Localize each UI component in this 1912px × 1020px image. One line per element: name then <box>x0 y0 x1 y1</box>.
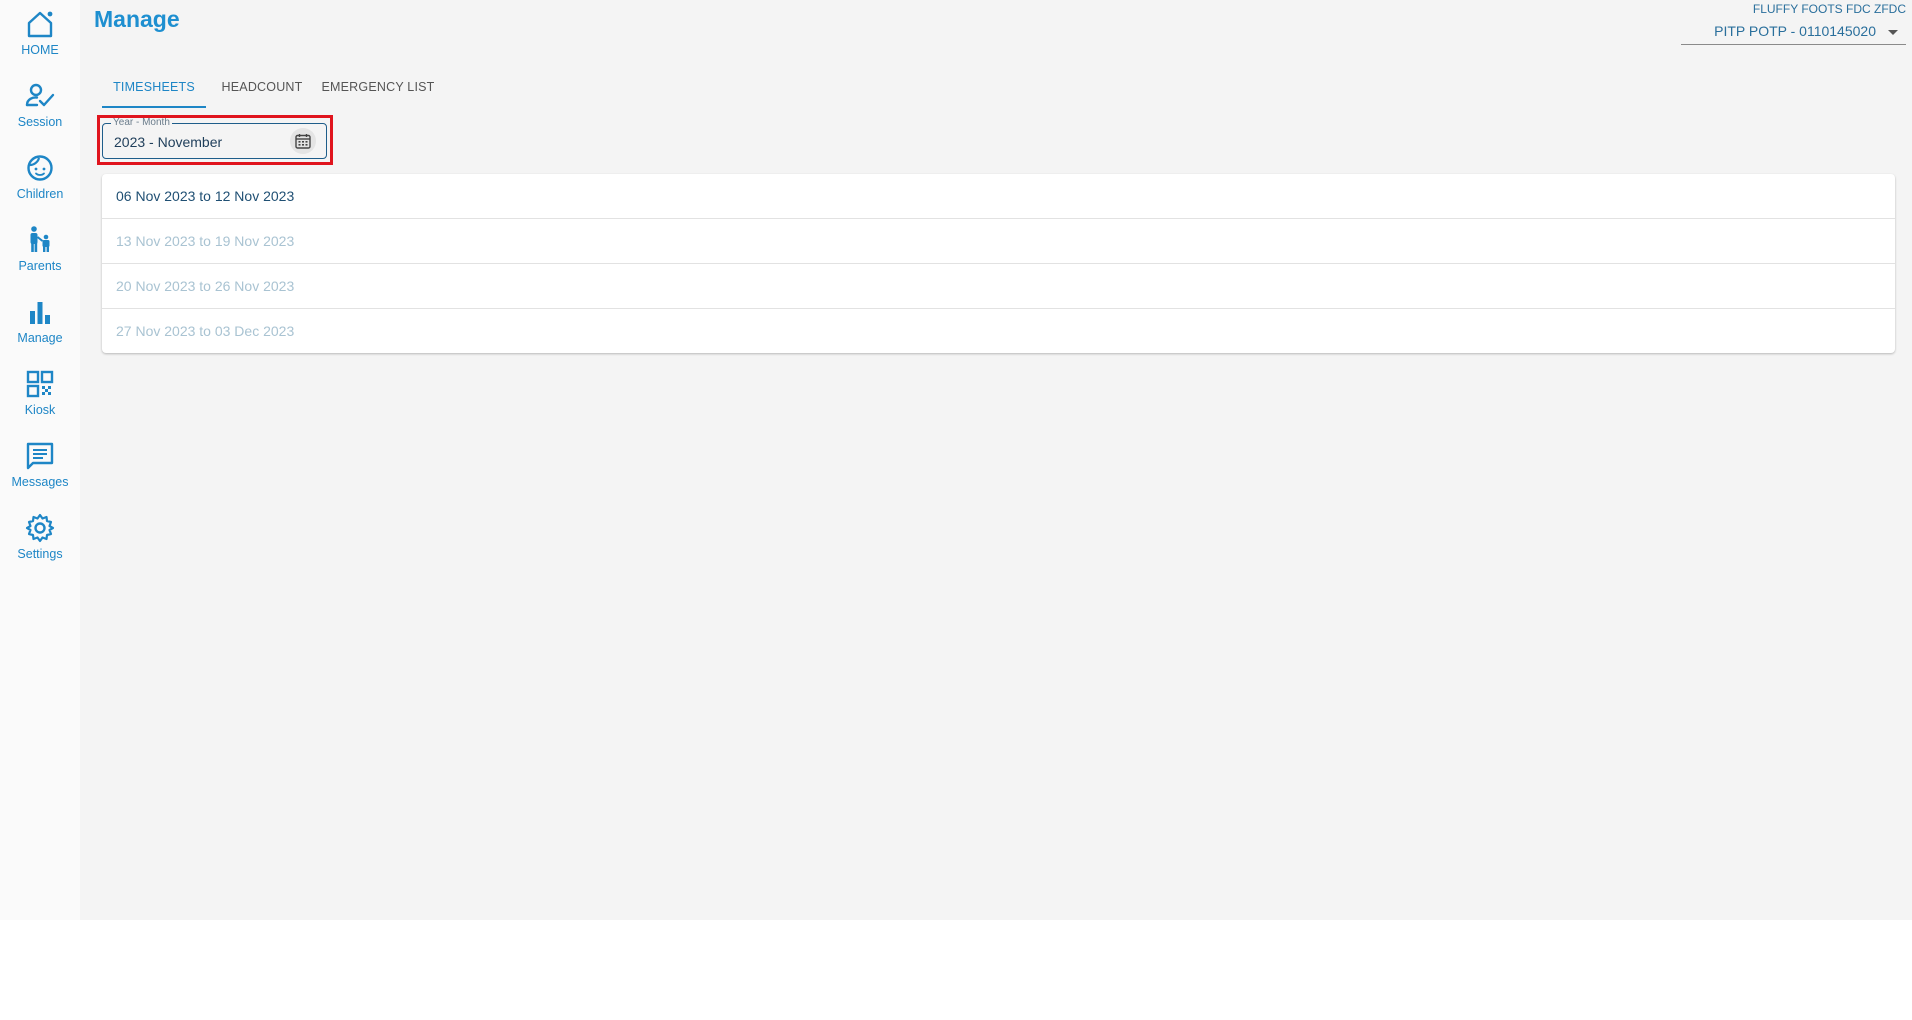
sidebar-item-home[interactable]: HOME <box>0 2 80 74</box>
sidebar-item-label: Kiosk <box>24 403 56 417</box>
caret-down-icon <box>1888 30 1898 35</box>
org-selector-block: FLUFFY FOOTS FDC ZFDC PITP POTP - 011014… <box>1666 2 1906 45</box>
week-row[interactable]: 06 Nov 2023 to 12 Nov 2023 <box>102 174 1895 219</box>
message-icon <box>26 442 54 470</box>
sidebar-item-label: Parents <box>18 259 62 273</box>
person-check-icon <box>25 83 55 107</box>
sidebar-item-children[interactable]: Children <box>0 146 80 218</box>
sidebar-item-label: Settings <box>17 547 63 561</box>
parent-child-icon <box>30 226 50 252</box>
week-row: 20 Nov 2023 to 26 Nov 2023 <box>102 264 1895 309</box>
qr-code-icon <box>26 370 54 398</box>
child-face-icon <box>27 155 53 181</box>
org-name: FLUFFY FOOTS FDC ZFDC <box>1752 2 1906 16</box>
sidebar-item-label: HOME <box>21 43 59 57</box>
calendar-icon <box>295 134 311 149</box>
sidebar-item-manage[interactable]: Manage <box>0 290 80 362</box>
calendar-button[interactable] <box>290 128 316 154</box>
tab-headcount[interactable]: HEADCOUNT <box>216 72 308 106</box>
sidebar-item-parents[interactable]: Parents <box>0 218 80 290</box>
week-row: 13 Nov 2023 to 19 Nov 2023 <box>102 219 1895 264</box>
bar-chart-icon <box>30 302 50 324</box>
page-title: Manage <box>94 6 180 32</box>
sidebar-item-settings[interactable]: Settings <box>0 506 80 578</box>
year-month-label: Year - Month <box>111 117 172 128</box>
org-selector-dropdown[interactable]: PITP POTP - 0110145020 <box>1681 20 1906 45</box>
year-month-input[interactable] <box>114 134 274 150</box>
sidebar-item-label: Manage <box>17 331 63 345</box>
sidebar-item-messages[interactable]: Messages <box>0 434 80 506</box>
gear-icon <box>25 513 55 543</box>
org-selector-value: PITP POTP - 0110145020 <box>1714 23 1876 39</box>
tab-timesheets[interactable]: TIMESHEETS <box>102 72 206 108</box>
year-month-field: Year - Month <box>102 117 327 159</box>
sidebar-item-session[interactable]: Session <box>0 74 80 146</box>
week-row: 27 Nov 2023 to 03 Dec 2023 <box>116 323 295 339</box>
main-content: Manage FLUFFY FOOTS FDC ZFDC PITP POTP -… <box>80 0 1912 920</box>
sidebar-item-kiosk[interactable]: Kiosk <box>0 362 80 434</box>
sidebar: HOME Session Children Parents Manage Kio… <box>0 0 80 920</box>
home-icon <box>27 11 53 38</box>
week-list: 06 Nov 2023 to 12 Nov 2023 13 Nov 2023 t… <box>102 174 1895 353</box>
sidebar-item-label: Messages <box>11 475 69 489</box>
app-window: HOME Session Children Parents Manage Kio… <box>0 0 1912 920</box>
sidebar-item-label: Session <box>17 115 63 129</box>
sidebar-item-label: Children <box>16 187 64 201</box>
tab-emergency-list[interactable]: EMERGENCY LIST <box>318 72 438 106</box>
